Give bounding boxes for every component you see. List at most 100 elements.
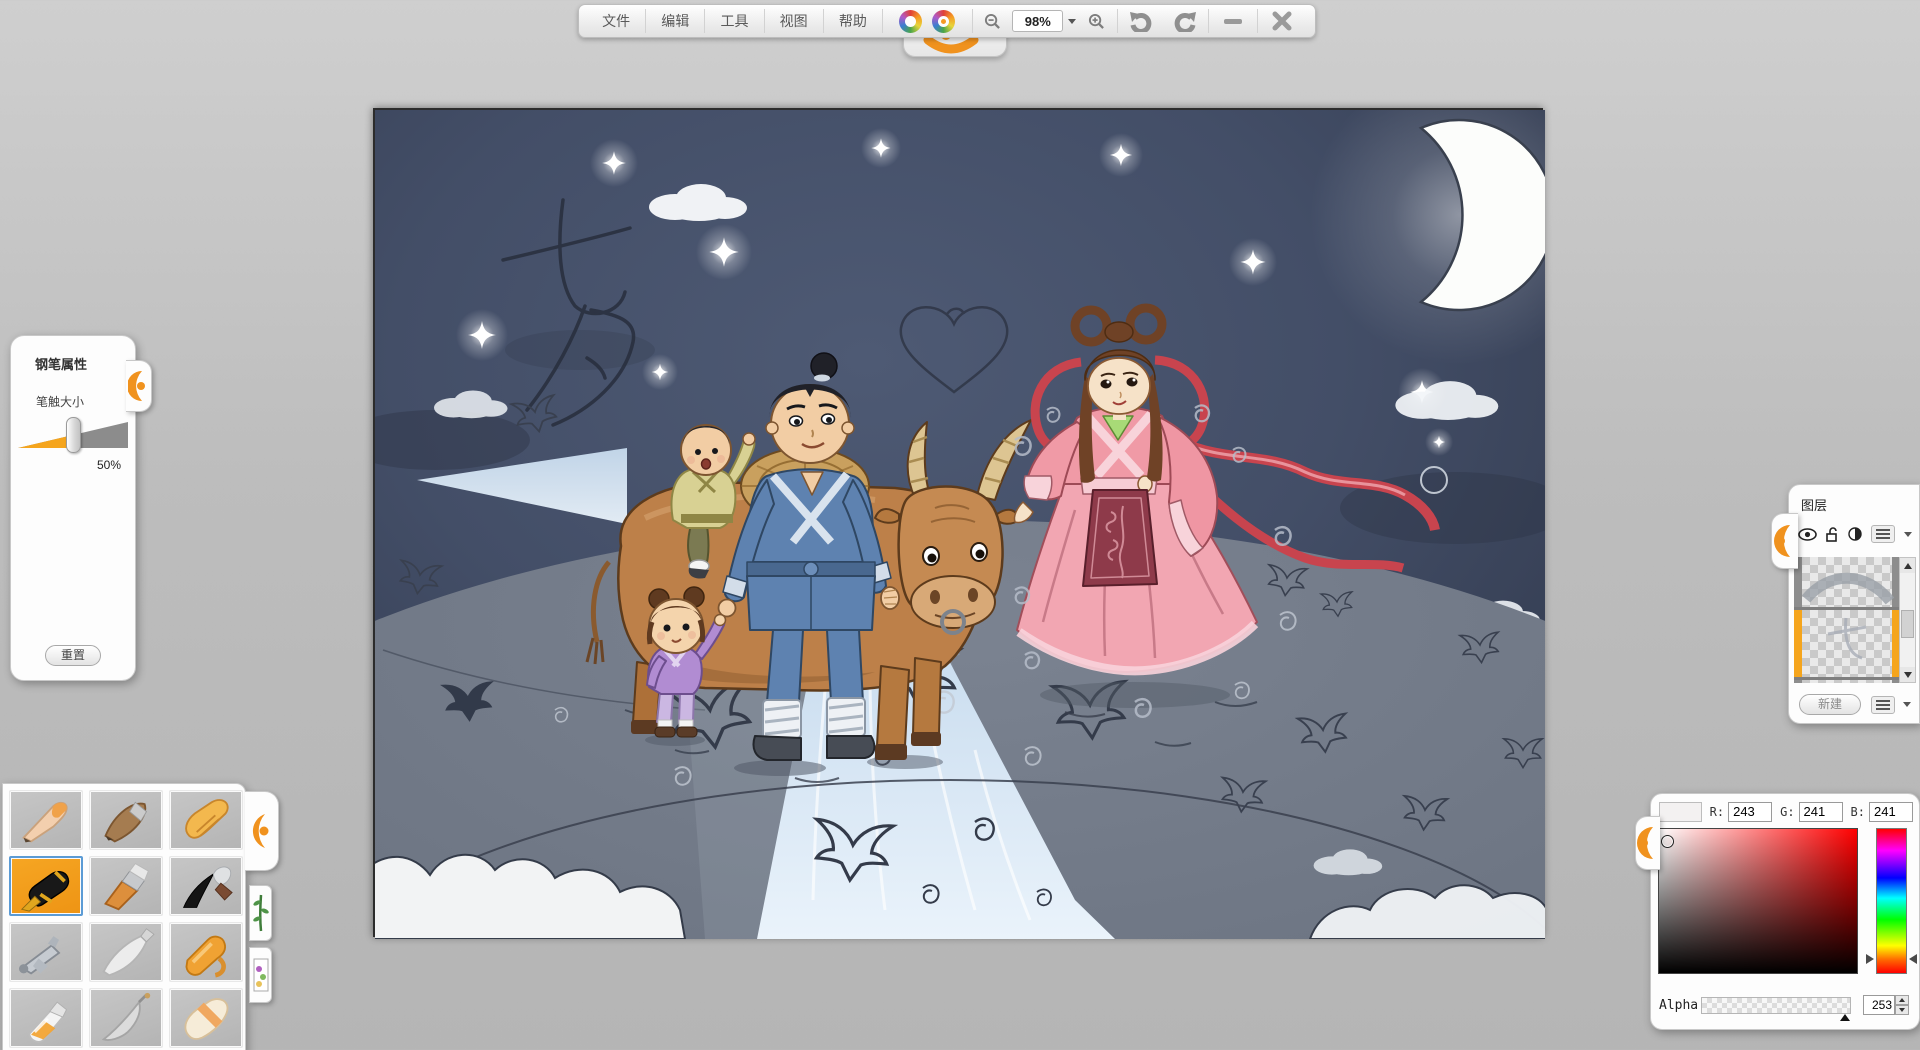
color-tree-icon[interactable] <box>899 9 923 33</box>
chevron-down-icon[interactable] <box>1903 702 1911 707</box>
b-label: B: <box>1850 804 1865 819</box>
brush-tool-grid <box>2 783 246 1050</box>
tool-ink-brush[interactable] <box>169 856 243 916</box>
layer-row-top[interactable] <box>1794 557 1900 607</box>
zoom-level-value[interactable]: 98% <box>1012 10 1064 32</box>
close-button[interactable] <box>1260 5 1305 37</box>
brush-tools-panel <box>2 783 279 1050</box>
lock-icon[interactable] <box>1826 526 1839 542</box>
separator <box>1116 9 1118 33</box>
alpha-label: Alpha <box>1659 997 1699 1013</box>
layers-bottom-menu[interactable] <box>1871 695 1895 714</box>
app-theme-buttons <box>885 5 970 37</box>
layer-menu-button[interactable] <box>1871 525 1895 543</box>
layers-panel: 图层 新建 <box>1771 484 1920 724</box>
hue-slider[interactable] <box>1876 828 1907 974</box>
r-input[interactable] <box>1728 801 1773 822</box>
sv-cursor[interactable] <box>1661 835 1674 848</box>
layer-thumbnail-stroke <box>1801 572 1895 605</box>
color-panel-handle[interactable] <box>1635 816 1660 870</box>
separator <box>1208 9 1210 33</box>
hue-marker-left[interactable] <box>1866 954 1874 964</box>
minimize-icon <box>1224 18 1243 24</box>
new-layer-button[interactable]: 新建 <box>1799 694 1861 715</box>
menu-help[interactable]: 帮助 <box>826 5 880 37</box>
layer-edge <box>1794 680 1802 683</box>
main-toolbar: 文件 编辑 工具 视图 帮助 98% <box>578 4 1316 38</box>
layer-list <box>1794 557 1900 683</box>
arrow-up-icon <box>1903 562 1912 569</box>
color-wheel-icon[interactable] <box>932 9 956 33</box>
minimize-button[interactable] <box>1211 5 1254 37</box>
alpha-slider[interactable] <box>1701 996 1851 1021</box>
alpha-decrement-button[interactable] <box>1895 1005 1909 1015</box>
alpha-marker[interactable] <box>1840 1013 1850 1021</box>
menu-file[interactable]: 文件 <box>589 5 643 37</box>
tool-palette-knife[interactable] <box>89 922 163 982</box>
zoom-in-button[interactable] <box>1079 5 1114 37</box>
layers-scrollbar[interactable] <box>1899 557 1916 683</box>
brush-size-label: 笔触大小 <box>36 395 85 409</box>
reset-button[interactable]: 重置 <box>45 645 101 666</box>
tool-eraser[interactable] <box>169 988 243 1048</box>
tool-panel-handle[interactable] <box>245 791 279 871</box>
tool-paint-jar[interactable] <box>9 988 83 1048</box>
tool-flat-brush[interactable] <box>89 856 163 916</box>
layers-panel-handle[interactable] <box>1771 513 1798 569</box>
tool-crayon[interactable] <box>169 790 243 850</box>
alpha-increment-button[interactable] <box>1895 995 1909 1005</box>
hue-marker-right[interactable] <box>1909 954 1917 964</box>
g-input[interactable] <box>1798 801 1843 822</box>
color-picker-panel: R: G: B: Alpha <box>1635 793 1920 1030</box>
layer-row-partial[interactable] <box>1794 680 1900 683</box>
chevron-down-icon[interactable] <box>1904 531 1912 537</box>
separator <box>822 9 824 33</box>
blend-contrast-icon[interactable] <box>1848 527 1862 541</box>
redo-icon <box>1174 12 1196 32</box>
arrow-down-icon <box>1899 1008 1905 1012</box>
separator <box>763 9 765 33</box>
tool-airbrush[interactable] <box>9 922 83 982</box>
visibility-eye-icon[interactable] <box>1798 527 1817 541</box>
chevron-down-icon <box>1068 18 1077 24</box>
arrow-up-icon <box>1899 998 1905 1002</box>
g-label: G: <box>1780 804 1795 819</box>
separator <box>881 9 883 33</box>
separator <box>704 9 706 33</box>
tool-paint-roller[interactable] <box>169 922 243 982</box>
tool-fountain-pen[interactable] <box>9 856 83 916</box>
saturation-value-picker[interactable] <box>1658 828 1858 974</box>
flower-picture-icon <box>253 958 268 992</box>
pen-properties-panel: 钢笔属性 笔触大小 50% 重置 <box>10 335 152 681</box>
close-icon <box>1272 11 1292 31</box>
scroll-down-button[interactable] <box>1900 667 1915 682</box>
arrow-down-icon <box>1903 671 1912 678</box>
zoom-level-dropdown[interactable] <box>1065 5 1079 37</box>
zoom-out-button[interactable] <box>975 5 1010 37</box>
b-input[interactable] <box>1869 801 1913 822</box>
alpha-input[interactable] <box>1863 995 1895 1015</box>
redo-button[interactable] <box>1163 5 1206 37</box>
undo-button[interactable] <box>1120 5 1163 37</box>
menu-view[interactable]: 视图 <box>767 5 821 37</box>
current-color-swatch[interactable] <box>1659 801 1702 822</box>
menu-tools[interactable]: 工具 <box>707 5 761 37</box>
layer-thumbnail-sketch <box>1827 617 1867 660</box>
texture-brush-button[interactable] <box>249 885 272 941</box>
stamp-picture-button[interactable] <box>249 947 272 1003</box>
tool-wood-pencil[interactable] <box>89 790 163 850</box>
pen-panel-handle[interactable] <box>126 360 152 412</box>
separator <box>1256 9 1258 33</box>
slider-handle[interactable] <box>66 417 81 453</box>
panel-handle-icon <box>1774 525 1790 557</box>
canvas[interactable] <box>373 108 1545 939</box>
tool-pencil[interactable] <box>9 790 83 850</box>
brush-size-slider[interactable] <box>16 414 130 458</box>
layer-row-selected[interactable] <box>1794 610 1900 677</box>
layers-toolbar <box>1789 514 1919 544</box>
scroll-up-button[interactable] <box>1900 558 1915 573</box>
tool-painting-knife[interactable] <box>89 988 163 1048</box>
scrollbar-thumb[interactable] <box>1901 610 1914 638</box>
bamboo-icon <box>252 894 269 932</box>
menu-edit[interactable]: 编辑 <box>648 5 702 37</box>
